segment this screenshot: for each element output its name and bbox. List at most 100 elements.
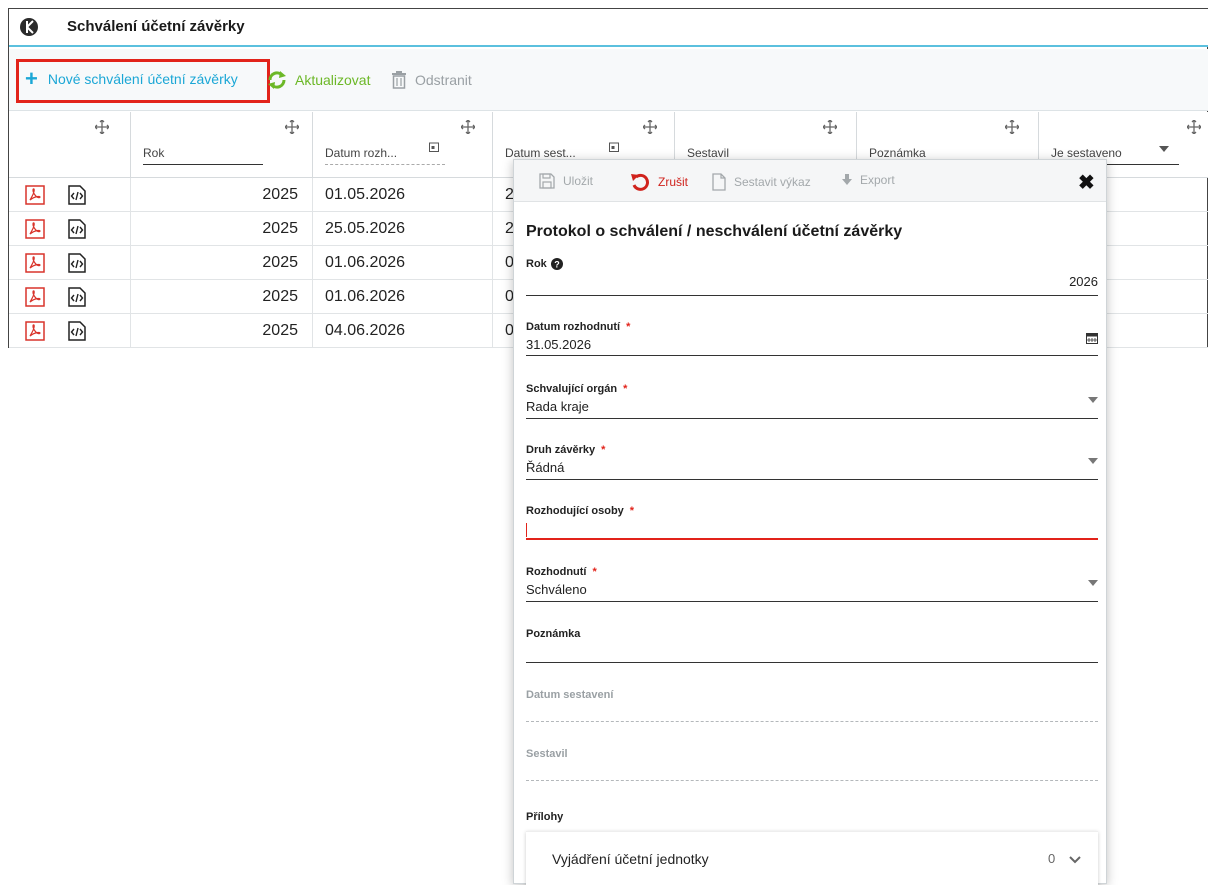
cancel-label: Zrušit [658,175,688,189]
text-cursor [526,523,527,537]
pdf-icon[interactable] [25,185,45,205]
decision-value: Schváleno [526,582,587,597]
deciding-persons-input[interactable]: Rozhodující osoby * [526,505,1098,545]
note-label-text: Poznámka [526,628,581,640]
dropdown-caret-icon[interactable] [1159,146,1169,152]
chevron-down-icon[interactable] [1088,580,1098,586]
save-button[interactable]: Uložit [539,173,593,189]
decision-date-field[interactable]: Datum rozhodnutí * 31.05.2026 [526,321,1098,361]
column-header-datum-rozhodnuti[interactable]: Datum rozh... [313,112,493,178]
row-actions-cell [9,212,131,246]
closing-type-select[interactable]: Druh závěrky * Řádná [526,444,1098,484]
main-toolbar: + Nové schválení účetní závěrky Aktualiz… [9,49,1208,111]
build-date-field: Datum sestavení [526,689,1098,725]
required-mark: * [626,321,631,333]
rok-cell: 2025 [131,246,313,280]
move-icon[interactable] [643,120,657,134]
rok-label: Rok ? [526,258,1098,270]
calendar-icon[interactable] [609,142,619,152]
decision-label-text: Rozhodnutí [526,566,587,578]
move-icon[interactable] [1187,120,1201,134]
closing-type-label-text: Druh závěrky [526,444,596,456]
deciding-persons-underline [526,538,1098,540]
calendar-icon[interactable] [429,142,439,152]
chevron-down-icon[interactable] [1088,397,1098,403]
xml-file-icon[interactable] [67,185,87,205]
pdf-icon[interactable] [25,321,45,341]
dialog-toolbar: Uložit Zrušit Sestavit výkaz Export ✖ [514,160,1106,202]
build-report-button[interactable]: Sestavit výkaz [712,173,811,191]
note-input[interactable]: Poznámka [526,628,1098,664]
xml-file-icon[interactable] [67,287,87,307]
xml-file-icon[interactable] [67,253,87,273]
close-icon[interactable]: ✖ [1078,170,1095,195]
pdf-icon[interactable] [25,253,45,273]
save-label: Uložit [563,174,594,188]
move-icon[interactable] [285,120,299,134]
attachment-count: 0 [1048,851,1056,866]
deciding-persons-label-text: Rozhodující osoby [526,505,624,517]
move-icon[interactable] [95,120,109,134]
column-label: Poznámka [869,146,926,160]
new-approval-label: Nové schválení účetní závěrky [47,71,238,87]
decision-date-label: Datum rozhodnutí * [526,321,1098,333]
dialog-title: Protokol o schválení / neschválení účetn… [526,223,903,240]
column-label: Rok [143,146,165,160]
calendar-icon[interactable] [1086,332,1098,344]
help-icon[interactable]: ? [550,258,563,270]
built-by-underline [526,780,1098,781]
datum-rozhodnuti-cell: 01.05.2026 [313,178,493,212]
decision-date-underline [526,355,1098,356]
pdf-icon[interactable] [25,287,45,307]
move-icon[interactable] [461,120,475,134]
column-header-actions [9,112,131,178]
pdf-icon[interactable] [25,219,45,239]
move-icon[interactable] [1005,120,1019,134]
export-button[interactable]: Export [842,173,895,187]
build-date-underline [526,721,1098,722]
save-icon [539,173,555,189]
attachment-item[interactable]: Vyjádření účetní jednotky 0 [526,831,1098,885]
undo-icon [631,173,649,191]
chevron-down-icon[interactable] [1068,852,1082,866]
filter-line[interactable] [325,164,445,165]
required-mark: * [623,383,628,395]
row-actions-cell [9,314,131,348]
rok-label-text: Rok [526,258,547,270]
required-mark: * [592,566,597,578]
approving-body-select[interactable]: Schvalující orgán * Rada kraje [526,383,1098,423]
export-label: Export [860,173,895,187]
rok-field[interactable]: Rok ? 2026 [526,258,1098,298]
delete-button[interactable]: Odstranit [391,71,472,89]
built-by-field: Sestavil [526,748,1098,784]
cancel-button[interactable]: Zrušit [630,173,688,191]
xml-file-icon[interactable] [67,321,87,341]
xml-file-icon[interactable] [67,219,87,239]
approving-body-underline [526,418,1098,419]
svg-text:?: ? [554,260,560,270]
decision-underline [526,601,1098,602]
closing-type-label: Druh závěrky * [526,444,1098,456]
row-actions-cell [9,178,131,212]
refresh-button[interactable]: Aktualizovat [267,71,370,89]
new-approval-button[interactable]: + Nové schválení účetní závěrky [25,66,238,91]
datum-rozhodnuti-cell: 01.06.2026 [313,246,493,280]
rok-cell: 2025 [131,314,313,348]
decision-select[interactable]: Rozhodnutí * Schváleno [526,566,1098,606]
app-logo-icon [20,18,38,36]
filter-line[interactable] [143,164,263,165]
row-actions-cell [9,246,131,280]
note-underline [526,662,1098,663]
rok-value: 2026 [1069,274,1098,289]
column-header-rok[interactable]: Rok [131,112,313,178]
approving-body-label-text: Schvalující orgán [526,383,618,395]
decision-date-label-text: Datum rozhodnutí [526,321,621,333]
move-icon[interactable] [823,120,837,134]
approving-body-label: Schvalující orgán * [526,383,1098,395]
closing-type-underline [526,479,1098,480]
plus-icon: + [25,66,38,91]
chevron-down-icon[interactable] [1088,458,1098,464]
document-icon [712,173,726,191]
built-by-label: Sestavil [526,748,1098,760]
decision-date-value: 31.05.2026 [526,337,592,352]
